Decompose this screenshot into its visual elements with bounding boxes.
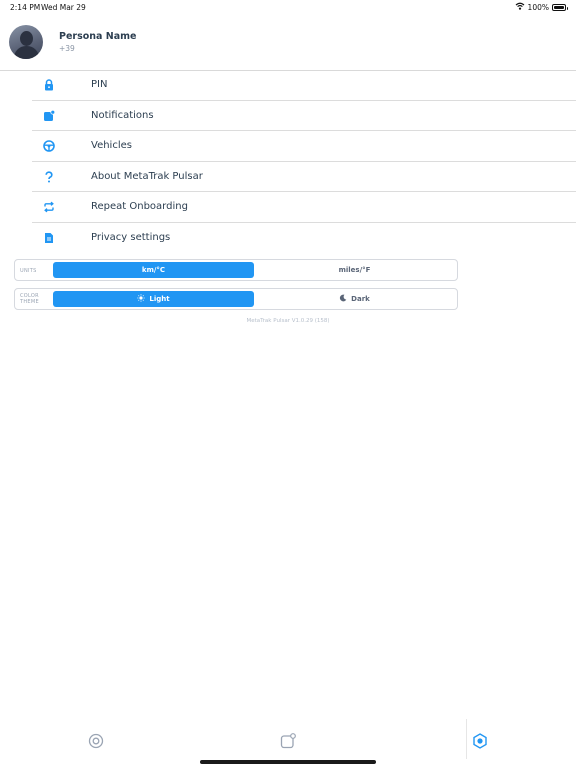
notification-icon	[280, 733, 296, 753]
menu-item-privacy-settings[interactable]: Privacy settings	[32, 223, 576, 254]
document-icon	[42, 231, 56, 245]
units-segmented-control: UNITS km/°C miles/°F	[14, 259, 458, 281]
profile-name: Persona Name	[59, 31, 137, 42]
units-option-km[interactable]: km/°C	[53, 262, 254, 278]
sun-icon	[137, 294, 146, 304]
menu-item-about[interactable]: About MetaTrak Pulsar	[32, 162, 576, 192]
battery-percent: 100%	[527, 2, 549, 12]
menu-item-vehicles[interactable]: Vehicles	[32, 131, 576, 162]
units-label: UNITS	[20, 268, 37, 274]
repeat-icon	[42, 200, 56, 214]
target-icon	[88, 733, 104, 753]
menu-item-label: PIN	[91, 79, 108, 90]
tab-settings[interactable]	[471, 733, 489, 753]
theme-option-light[interactable]: Light	[53, 291, 254, 307]
status-bar: 2:14 PM Wed Mar 29 100%	[0, 0, 576, 14]
avatar[interactable]	[9, 25, 43, 59]
app-version: MetaTrak Pulsar V1.0.29 (158)	[246, 318, 330, 324]
status-indicators: 100%	[515, 2, 568, 12]
color-theme-label: COLOR THEME	[20, 293, 39, 305]
steering-wheel-icon	[42, 139, 56, 153]
menu-item-label: Privacy settings	[91, 231, 171, 243]
profile-phone: +39	[59, 44, 75, 53]
notification-icon	[42, 109, 56, 123]
menu-item-label: About MetaTrak Pulsar	[91, 170, 203, 182]
status-date: Wed Mar 29	[41, 3, 86, 12]
color-theme-segmented-control: COLOR THEME Light Dark	[14, 288, 458, 310]
menu-item-repeat-onboarding[interactable]: Repeat Onboarding	[32, 192, 576, 223]
tab-notifications[interactable]	[279, 733, 297, 753]
menu-item-label: Notifications	[91, 109, 154, 121]
settings-hex-icon	[472, 733, 488, 753]
moon-icon	[339, 294, 347, 304]
lock-icon	[42, 78, 56, 92]
menu-item-pin[interactable]: PIN	[32, 70, 576, 101]
home-indicator	[200, 760, 376, 764]
units-option-miles[interactable]: miles/°F	[256, 262, 453, 278]
settings-menu: PIN Notifications Vehicles About MetaTra…	[32, 70, 576, 253]
battery-icon	[552, 3, 568, 11]
menu-item-notifications[interactable]: Notifications	[32, 101, 576, 131]
profile-header[interactable]: Persona Name +39	[0, 24, 576, 71]
question-icon	[42, 170, 56, 184]
status-time: 2:14 PM	[10, 3, 41, 12]
menu-item-label: Repeat Onboarding	[91, 201, 188, 212]
tab-target[interactable]	[87, 733, 105, 753]
menu-item-label: Vehicles	[91, 140, 132, 151]
wifi-icon	[515, 2, 525, 12]
theme-option-dark[interactable]: Dark	[256, 291, 453, 307]
tab-divider	[466, 719, 467, 759]
